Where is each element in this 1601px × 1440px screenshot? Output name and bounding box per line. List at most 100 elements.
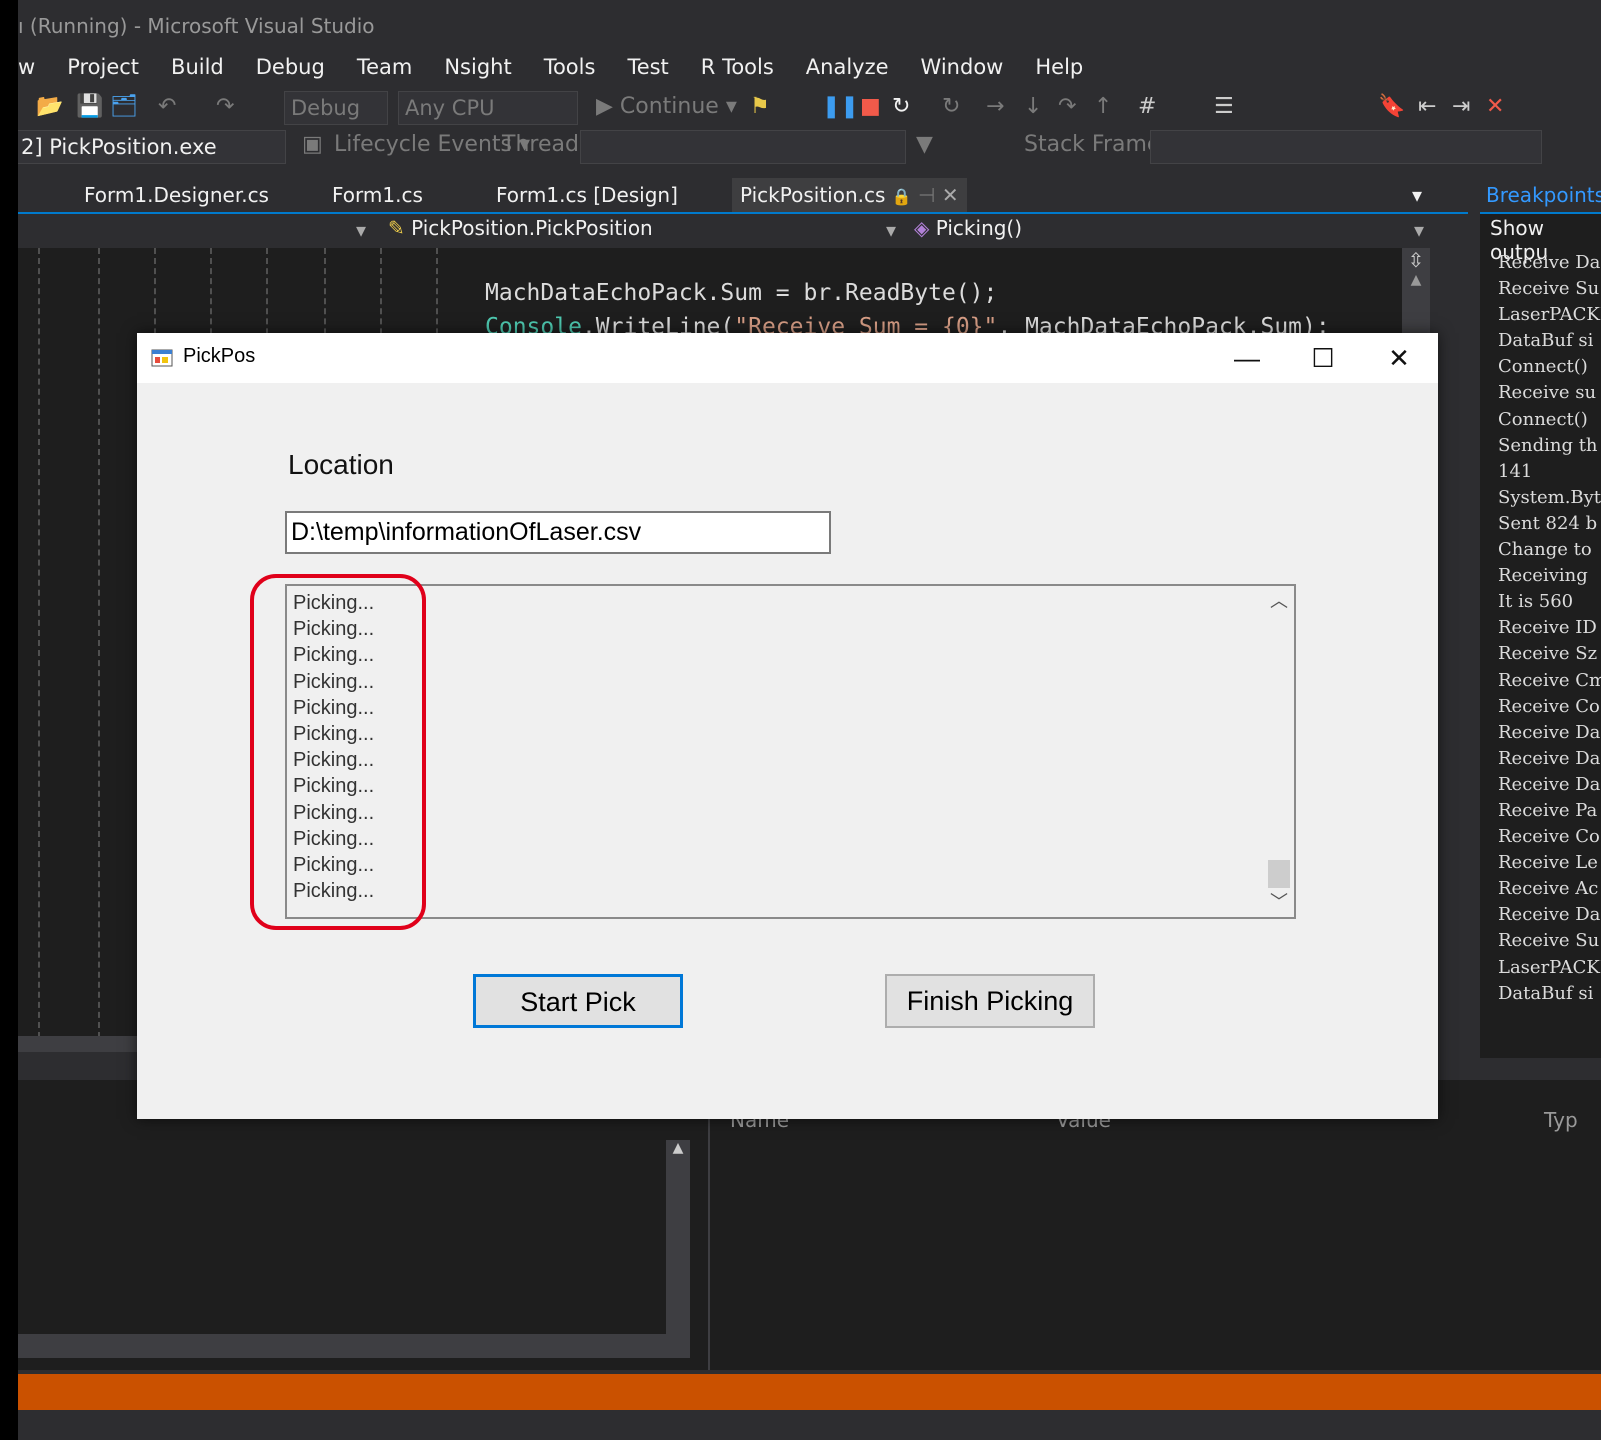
breakpoints-tab[interactable]: Breakpoints xyxy=(1480,178,1601,214)
menu-window[interactable]: Window xyxy=(921,50,1004,84)
step-out-icon[interactable]: ↑ xyxy=(1094,92,1112,122)
picking-log-listbox[interactable]: Picking... Picking... Picking... Picking… xyxy=(285,584,1296,919)
tab-close-icon[interactable]: ✕ xyxy=(942,183,959,207)
lifecycle-events-button[interactable]: Lifecycle Events ▾ xyxy=(334,130,530,160)
menu-tools[interactable]: Tools xyxy=(544,50,596,84)
method-icon: ◈ xyxy=(914,216,930,240)
solution-config-dropdown[interactable]: Debug xyxy=(284,91,388,125)
project-dropdown-arrow-icon[interactable]: ▾ xyxy=(356,218,366,242)
pause-icon[interactable]: ❚❚ xyxy=(822,92,859,122)
location-input[interactable]: D:\temp\informationOfLaser.csv xyxy=(285,511,831,554)
scroll-down-icon[interactable]: ﹀ xyxy=(1264,887,1294,917)
next-bookmark-icon[interactable]: ⇥ xyxy=(1452,92,1470,122)
tab-form1-design[interactable]: Form1.cs [Design] xyxy=(488,178,686,212)
menu-bar: w Project Build Debug Team Nsight Tools … xyxy=(18,50,1115,84)
scrollbar-thumb[interactable] xyxy=(1268,860,1290,888)
save-icon[interactable]: 💾 xyxy=(76,92,103,122)
list-item[interactable]: Picking... xyxy=(293,669,374,695)
class-dropdown[interactable]: ✎ PickPosition.PickPosition xyxy=(388,216,653,240)
list-item[interactable]: Picking... xyxy=(293,616,374,642)
list-item[interactable]: Picking... xyxy=(293,826,374,852)
breakpoints-panel: Breakpoints Show outpu Receive Da Receiv… xyxy=(1480,178,1601,1058)
lock-icon: 🔒 xyxy=(891,187,912,206)
scroll-up-icon[interactable]: ▲ xyxy=(1402,272,1430,288)
dialog-title-bar[interactable]: PickPos — ☐ ✕ xyxy=(137,333,1438,383)
list-item[interactable]: Picking... xyxy=(293,695,374,721)
menu-nsight[interactable]: Nsight xyxy=(444,50,511,84)
continue-button[interactable]: ▶ Continue ▾ xyxy=(596,92,737,122)
finish-picking-button[interactable]: Finish Picking xyxy=(885,974,1095,1028)
stack-frame-dropdown[interactable] xyxy=(1150,130,1542,164)
menu-project[interactable]: Project xyxy=(67,50,139,84)
platform-dropdown[interactable]: Any CPU xyxy=(398,91,578,125)
stack-frame-label: Stack Frame: xyxy=(1024,132,1168,157)
scroll-up-icon[interactable]: ︿ xyxy=(1264,586,1294,616)
menu-rtools[interactable]: R Tools xyxy=(701,50,774,84)
process-dropdown[interactable]: 2] PickPosition.exe xyxy=(18,130,286,164)
tab-overflow-icon[interactable]: ▾ xyxy=(1404,178,1430,212)
stop-icon[interactable]: ■ xyxy=(860,92,881,122)
step-over-icon[interactable]: ↷ xyxy=(1058,92,1076,122)
method-dropdown[interactable]: ◈ Picking() xyxy=(914,216,1022,240)
list-item[interactable]: Picking... xyxy=(293,773,374,799)
minimize-button[interactable]: — xyxy=(1209,333,1285,383)
code-line-sum: MachDataEchoPack.Sum = br.ReadByte(); xyxy=(485,280,998,306)
menu-help[interactable]: Help xyxy=(1035,50,1083,84)
standard-toolbar: 📂 💾 🗂 ↶ ↷ Debug Any CPU ▶ Continue ▾ ⚑ ❚… xyxy=(18,88,1601,128)
menu-debug[interactable]: Debug xyxy=(256,50,325,84)
list-item[interactable]: Picking... xyxy=(293,721,374,747)
thread-dropdown[interactable] xyxy=(580,130,906,164)
clear-bookmarks-icon[interactable]: ✕ xyxy=(1486,92,1504,122)
tab-form1[interactable]: Form1.cs xyxy=(324,178,431,212)
redo-icon[interactable]: ↷ xyxy=(216,92,234,122)
class-name: PickPosition.PickPosition xyxy=(411,216,653,240)
menu-test[interactable]: Test xyxy=(627,50,668,84)
listbox-scrollbar[interactable]: ︿ ﹀ xyxy=(1264,586,1294,917)
list-item[interactable]: Picking... xyxy=(293,878,374,904)
hot-reload-icon[interactable]: ↻ xyxy=(942,92,960,122)
bookmark-icon[interactable]: 🔖 xyxy=(1378,92,1405,122)
lifecycle-icon: ▣ xyxy=(302,132,323,157)
split-icon[interactable]: ⇳ xyxy=(1402,248,1430,272)
restart-icon[interactable]: ↻ xyxy=(892,92,910,122)
list-item[interactable]: Picking... xyxy=(293,590,374,616)
list-item[interactable]: Picking... xyxy=(293,642,374,668)
output-horizontal-scrollbar[interactable] xyxy=(18,1334,690,1358)
list-item[interactable]: Picking... xyxy=(293,852,374,878)
list-item[interactable]: Picking... xyxy=(293,747,374,773)
method-dropdown-arrow-icon[interactable]: ▾ xyxy=(1414,218,1424,242)
pin-icon[interactable]: ⊣ xyxy=(918,183,935,207)
list-item[interactable]: Picking... xyxy=(293,800,374,826)
filter-icon[interactable]: ▼ xyxy=(916,130,933,160)
class-icon: ✎ xyxy=(388,216,405,240)
prev-bookmark-icon[interactable]: ⇤ xyxy=(1418,92,1436,122)
scroll-up-icon[interactable]: ▲ xyxy=(666,1140,690,1156)
open-folder-icon[interactable]: 📂 xyxy=(36,92,63,122)
class-dropdown-arrow-icon[interactable]: ▾ xyxy=(886,218,896,242)
output-vertical-scrollbar[interactable]: ▲ xyxy=(666,1140,690,1340)
maximize-button[interactable]: ☐ xyxy=(1285,333,1361,383)
tab-pickposition[interactable]: PickPosition.cs 🔒 ⊣ ✕ xyxy=(732,178,967,214)
undo-icon[interactable]: ↶ xyxy=(158,92,176,122)
start-pick-button[interactable]: Start Pick xyxy=(473,974,683,1028)
menu-analyze[interactable]: Analyze xyxy=(806,50,889,84)
menu-view[interactable]: w xyxy=(18,50,35,84)
thread-label: Thread: xyxy=(502,132,587,157)
thread-icon[interactable]: ☰ xyxy=(1214,92,1234,122)
navigation-bar: ▾ ✎ PickPosition.PickPosition ▾ ◈ Pickin… xyxy=(18,212,1468,250)
bottom-panels: ▲ Name Value Typ xyxy=(18,1080,1601,1370)
hex-display-icon[interactable]: # xyxy=(1138,92,1156,122)
col-type[interactable]: Typ xyxy=(1544,1108,1578,1132)
tab-form1-designer[interactable]: Form1.Designer.cs xyxy=(76,178,277,212)
document-tabs: Form1.Designer.cs Form1.cs Form1.cs [Des… xyxy=(18,178,1601,214)
menu-build[interactable]: Build xyxy=(171,50,224,84)
step-into-icon[interactable]: ↓ xyxy=(1024,92,1042,122)
process-icon[interactable]: ⚑ xyxy=(750,92,770,122)
close-button[interactable]: ✕ xyxy=(1361,333,1437,383)
show-next-statement-icon[interactable]: → xyxy=(986,92,1004,122)
locals-pane: Name Value Typ xyxy=(708,1080,1601,1370)
ide-title: ı (Running) - Microsoft Visual Studio xyxy=(18,14,375,38)
menu-team[interactable]: Team xyxy=(357,50,413,84)
output-pane: ▲ xyxy=(18,1080,690,1370)
save-all-icon[interactable]: 🗂 xyxy=(110,92,138,122)
